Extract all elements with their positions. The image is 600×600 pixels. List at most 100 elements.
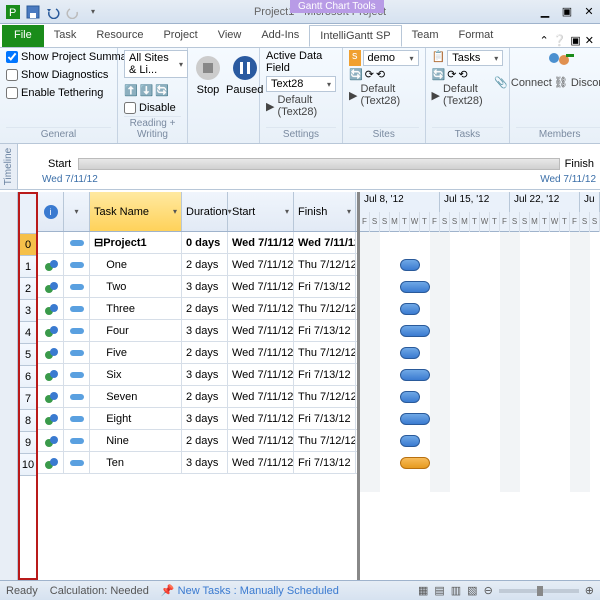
- timeline[interactable]: Start Finish Wed 7/11/12 Wed 7/11/12: [18, 144, 600, 189]
- sync-up-icon[interactable]: ⟳: [365, 68, 374, 81]
- paused-button[interactable]: Paused: [226, 50, 263, 96]
- table-row[interactable]: Seven2 daysWed 7/11/12Thu 7/12/12: [38, 386, 357, 408]
- gantt-bar[interactable]: [400, 413, 430, 425]
- sites-default[interactable]: ▶ Default (Text28): [349, 83, 419, 107]
- tasks-dropdown[interactable]: Tasks▾: [447, 50, 503, 66]
- gantt-timescale[interactable]: Jul 8, '12 Jul 15, '12 Jul 22, '12 Ju FS…: [360, 192, 600, 232]
- timeline-bar[interactable]: [78, 158, 560, 170]
- field-dropdown[interactable]: Text28▾: [266, 76, 336, 92]
- tab-intelligantt[interactable]: IntelliGantt SP: [309, 25, 401, 47]
- qat-customize[interactable]: ▾: [84, 3, 102, 21]
- gantt-bar[interactable]: [400, 435, 420, 447]
- task-up-icon[interactable]: ⟳: [447, 68, 456, 81]
- row-header[interactable]: 3: [20, 300, 36, 322]
- help-icon[interactable]: ❔: [553, 34, 567, 47]
- gantt-bar[interactable]: [400, 259, 420, 271]
- tab-format[interactable]: Format: [449, 25, 504, 47]
- row-header[interactable]: 8: [20, 410, 36, 432]
- minimize-ribbon-icon[interactable]: ⌃: [539, 34, 548, 47]
- task-down-icon[interactable]: ⟲: [458, 68, 467, 81]
- redo-button[interactable]: [64, 3, 82, 21]
- row-header[interactable]: 9: [20, 432, 36, 454]
- tab-task[interactable]: Task: [44, 25, 87, 47]
- table-row[interactable]: Eight3 daysWed 7/11/12Fri 7/13/12: [38, 408, 357, 430]
- table-row[interactable]: Nine2 daysWed 7/11/12Thu 7/12/12: [38, 430, 357, 452]
- tasks-default[interactable]: ▶ Default (Text28): [432, 83, 504, 107]
- tab-addins[interactable]: Add-Ins: [251, 25, 309, 47]
- row-header[interactable]: 1: [20, 256, 36, 278]
- gantt-bar[interactable]: [400, 347, 420, 359]
- stop-button[interactable]: Stop: [194, 50, 222, 96]
- active-data-field-label: Active Data Field: [266, 50, 336, 74]
- row-header[interactable]: 4: [20, 322, 36, 344]
- gantt-bar[interactable]: [400, 303, 420, 315]
- disconnect-button[interactable]: ⛓Disconnect: [554, 76, 600, 89]
- sync-icon[interactable]: 🔄: [349, 68, 363, 81]
- table-row[interactable]: Two3 daysWed 7/11/12Fri 7/13/12: [38, 276, 357, 298]
- table-row[interactable]: ⊟ Project10 daysWed 7/11/12Wed 7/11/12: [38, 232, 357, 254]
- col-duration[interactable]: Duration▾: [182, 192, 228, 231]
- row-header[interactable]: 6: [20, 366, 36, 388]
- svg-text:P: P: [9, 7, 16, 19]
- minimize-button[interactable]: ▁: [534, 3, 556, 21]
- doc-restore-icon[interactable]: ▣: [570, 34, 580, 47]
- refresh-icon[interactable]: 🔄: [155, 84, 169, 97]
- row-header[interactable]: 0: [20, 234, 36, 256]
- view-shortcut-3[interactable]: ▥: [451, 584, 461, 597]
- col-name[interactable]: Task Name▾: [90, 192, 182, 231]
- disable-checkbox[interactable]: Disable: [124, 101, 176, 115]
- view-shortcut-4[interactable]: ▧: [467, 584, 477, 597]
- table-row[interactable]: Six3 daysWed 7/11/12Fri 7/13/12: [38, 364, 357, 386]
- demo-dropdown[interactable]: demo▾: [363, 50, 419, 66]
- gantt-chart-pane-label[interactable]: [0, 192, 18, 580]
- table-row[interactable]: Three2 daysWed 7/11/12Thu 7/12/12: [38, 298, 357, 320]
- col-start[interactable]: Start▾: [228, 192, 294, 231]
- row-header[interactable]: 10: [20, 454, 36, 476]
- gantt-bar[interactable]: [400, 457, 430, 469]
- sync-down-icon[interactable]: ⟲: [376, 68, 385, 81]
- table-row[interactable]: Ten3 daysWed 7/11/12Fri 7/13/12: [38, 452, 357, 474]
- doc-close-icon[interactable]: ✕: [585, 34, 594, 47]
- show-diag-checkbox[interactable]: Show Diagnostics: [6, 68, 108, 82]
- gantt-bar[interactable]: [400, 281, 430, 293]
- zoom-slider[interactable]: [499, 589, 579, 593]
- col-mode[interactable]: ▾: [64, 192, 90, 231]
- members-icon[interactable]: [546, 50, 574, 74]
- gantt-bar[interactable]: [400, 325, 430, 337]
- connect-button[interactable]: 📎Connect: [494, 76, 552, 89]
- sites-dropdown[interactable]: All Sites & Li...▾: [124, 50, 188, 78]
- row-header[interactable]: 7: [20, 388, 36, 410]
- timeline-pane-label[interactable]: Timeline: [0, 144, 18, 189]
- view-shortcut-2[interactable]: ▤: [434, 584, 444, 597]
- tab-resource[interactable]: Resource: [86, 25, 153, 47]
- tab-team[interactable]: Team: [402, 25, 449, 47]
- tab-project[interactable]: Project: [153, 25, 207, 47]
- file-tab[interactable]: File: [2, 25, 44, 47]
- table-row[interactable]: Five2 daysWed 7/11/12Thu 7/12/12: [38, 342, 357, 364]
- table-row[interactable]: Four3 daysWed 7/11/12Fri 7/13/12: [38, 320, 357, 342]
- show-summary-checkbox[interactable]: Show Project Summary: [6, 50, 136, 64]
- restore-button[interactable]: ▣: [556, 3, 578, 21]
- status-sched[interactable]: 📌 New Tasks : Manually Scheduled: [161, 584, 339, 597]
- zoom-in[interactable]: ⊕: [585, 584, 594, 597]
- col-info[interactable]: i: [38, 192, 64, 231]
- up-icon[interactable]: ⬆️: [124, 84, 138, 97]
- table-row[interactable]: One2 daysWed 7/11/12Thu 7/12/12: [38, 254, 357, 276]
- row-header[interactable]: 5: [20, 344, 36, 366]
- settings-default[interactable]: ▶ Default (Text28): [266, 94, 336, 118]
- gantt-chart[interactable]: Jul 8, '12 Jul 15, '12 Jul 22, '12 Ju FS…: [360, 192, 600, 580]
- undo-button[interactable]: [44, 3, 62, 21]
- task-grid: 012345678910 i ▾ Task Name▾ Duration▾ St…: [18, 192, 360, 580]
- close-button[interactable]: ✕: [578, 3, 600, 21]
- down-icon[interactable]: ⬇️: [140, 84, 154, 97]
- tab-view[interactable]: View: [208, 25, 252, 47]
- task-sync-icon[interactable]: 🔄: [432, 68, 446, 81]
- view-shortcut-1[interactable]: ▦: [418, 584, 428, 597]
- gantt-bar[interactable]: [400, 369, 430, 381]
- col-finish[interactable]: Finish▾: [294, 192, 356, 231]
- zoom-out[interactable]: ⊖: [484, 584, 493, 597]
- save-button[interactable]: [24, 3, 42, 21]
- gantt-bar[interactable]: [400, 391, 420, 403]
- enable-tether-checkbox[interactable]: Enable Tethering: [6, 86, 103, 100]
- row-header[interactable]: 2: [20, 278, 36, 300]
